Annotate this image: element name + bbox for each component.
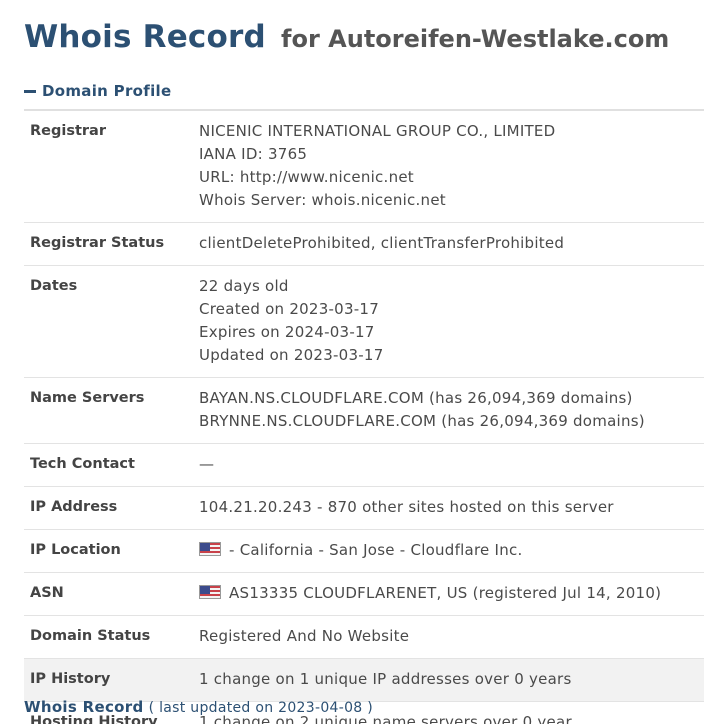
last-updated-note: ( last updated on 2023-04-08 ) <box>148 700 374 716</box>
row-value: — <box>199 455 215 473</box>
row-registrar-status: Registrar Status clientDeleteProhibited,… <box>24 223 704 266</box>
registrar-url: URL: http://www.nicenic.net <box>199 168 414 186</box>
registrar-whois-server: Whois Server: whois.nicenic.net <box>199 191 446 209</box>
page-title-domain: for Autoreifen-Westlake.com <box>281 25 670 53</box>
page-title: Whois Record for Autoreifen-Westlake.com <box>24 17 669 55</box>
registrar-iana-id: IANA ID: 3765 <box>199 145 308 163</box>
row-label: Tech Contact <box>30 456 135 472</box>
row-asn: ASN AS13335 CLOUDFLARENET, US (registere… <box>24 573 704 616</box>
row-tech-contact: Tech Contact — <box>24 444 704 487</box>
us-flag-icon <box>199 542 221 556</box>
row-label: IP Address <box>30 499 118 515</box>
ip-location-text: - California - San Jose - Cloudflare Inc… <box>229 541 523 559</box>
row-label: Registrar <box>30 123 106 139</box>
row-value: BAYAN.NS.CLOUDFLARE.COM (has 26,094,369 … <box>199 387 704 433</box>
row-label: Domain Status <box>30 628 151 644</box>
row-value: Registered And No Website <box>199 627 410 645</box>
expires-date: Expires on 2024-03-17 <box>199 323 375 341</box>
row-ip-location: IP Location - California - San Jose - Cl… <box>24 530 704 573</box>
row-label: IP Location <box>30 542 121 558</box>
row-ip-history[interactable]: IP History 1 change on 1 unique IP addre… <box>24 659 704 702</box>
domain-age: 22 days old <box>199 277 289 295</box>
domain-profile-toggle[interactable]: Domain Profile <box>24 81 171 101</box>
row-label: Registrar Status <box>30 235 165 251</box>
row-value: - California - San Jose - Cloudflare Inc… <box>199 539 704 562</box>
page-title-main: Whois Record <box>24 19 266 55</box>
row-value: NICENIC INTERNATIONAL GROUP CO., LIMITED… <box>199 120 704 212</box>
row-label: IP History <box>30 671 111 687</box>
row-value: 22 days old Created on 2023-03-17 Expire… <box>199 275 704 367</box>
row-dates: Dates 22 days old Created on 2023-03-17 … <box>24 266 704 378</box>
row-registrar: Registrar NICENIC INTERNATIONAL GROUP CO… <box>24 111 704 223</box>
row-value: 104.21.20.243 - 870 other sites hosted o… <box>199 498 614 516</box>
domain-profile-table: Registrar NICENIC INTERNATIONAL GROUP CO… <box>24 109 704 724</box>
whois-record-footer: Whois Record ( last updated on 2023-04-0… <box>24 697 373 716</box>
row-domain-status: Domain Status Registered And No Website <box>24 616 704 659</box>
row-value: clientDeleteProhibited, clientTransferPr… <box>199 234 565 252</box>
minus-icon[interactable] <box>24 89 36 93</box>
registrar-name: NICENIC INTERNATIONAL GROUP CO., LIMITED <box>199 122 556 140</box>
row-label: Dates <box>30 278 78 294</box>
row-value: 1 change on 1 unique IP addresses over 0… <box>199 670 572 688</box>
row-label: Name Servers <box>30 390 145 406</box>
section-title: Domain Profile <box>42 82 172 100</box>
row-value: AS13335 CLOUDFLARENET, US (registered Ju… <box>199 582 704 605</box>
row-label: ASN <box>30 585 64 601</box>
row-ip-address: IP Address 104.21.20.243 - 870 other sit… <box>24 487 704 530</box>
footer-title: Whois Record <box>24 698 144 716</box>
us-flag-icon <box>199 585 221 599</box>
name-server-1: BAYAN.NS.CLOUDFLARE.COM (has 26,094,369 … <box>199 389 633 407</box>
asn-text: AS13335 CLOUDFLARENET, US (registered Ju… <box>229 584 662 602</box>
row-name-servers: Name Servers BAYAN.NS.CLOUDFLARE.COM (ha… <box>24 378 704 444</box>
name-server-2: BRYNNE.NS.CLOUDFLARE.COM (has 26,094,369… <box>199 412 645 430</box>
updated-date: Updated on 2023-03-17 <box>199 346 384 364</box>
created-date: Created on 2023-03-17 <box>199 300 380 318</box>
